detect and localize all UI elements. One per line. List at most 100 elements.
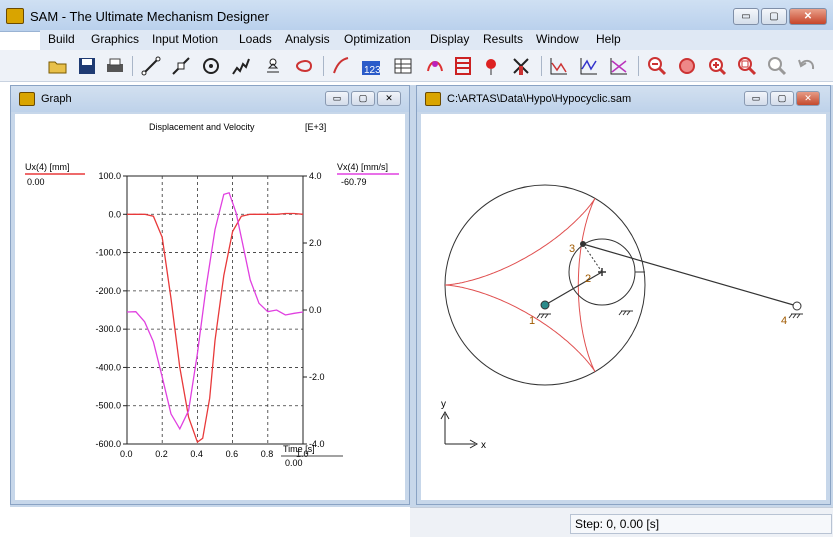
- y-right-tick-label: 4.0: [309, 171, 322, 181]
- open-icon[interactable]: [47, 55, 69, 77]
- menu-display[interactable]: Display: [430, 32, 469, 46]
- gear-element-icon[interactable]: [200, 55, 222, 77]
- mechanism-maximize-button[interactable]: ▢: [770, 91, 794, 106]
- y-right-tick-label: 0.0: [309, 305, 322, 315]
- left-series-label: Ux(4) [mm]: [25, 162, 70, 172]
- chart-scale-note: [E+3]: [305, 122, 326, 132]
- y-left-tick-label: -400.0: [95, 362, 121, 372]
- app-icon: [6, 8, 24, 24]
- belt-icon[interactable]: [293, 55, 315, 77]
- windmill-icon[interactable]: [510, 55, 532, 77]
- x-tick-label: 0.0: [120, 449, 133, 459]
- y-left-tick-label: -500.0: [95, 401, 121, 411]
- pan-icon[interactable]: [766, 55, 788, 77]
- app-window: SAM - The Ultimate Mechanism Designer ▭ …: [0, 0, 833, 537]
- x-tick-label: 0.4: [190, 449, 203, 459]
- table-icon[interactable]: [392, 55, 414, 77]
- zoom-dynamic-icon[interactable]: [676, 55, 698, 77]
- status-bar: Step: 0, 0.00 [s]: [410, 507, 833, 537]
- close-button[interactable]: ✕: [789, 8, 827, 25]
- y-left-tick-label: -200.0: [95, 286, 121, 296]
- slider-ground: [618, 310, 633, 316]
- node-label-2: 2: [585, 273, 591, 285]
- mechanism-window-titlebar[interactable]: C:\ARTAS\Data\Hypo\Hypocyclic.sam ▭ ▢ ✕: [417, 86, 830, 112]
- node-4-joint: [792, 301, 802, 311]
- axis-x-label: x: [481, 440, 486, 451]
- toolbar: 123: [0, 50, 833, 82]
- minimize-button[interactable]: ▭: [733, 8, 759, 25]
- mechanism-canvas: 1 2 3 4 y x: [440, 184, 803, 451]
- maximize-button[interactable]: ▢: [761, 8, 787, 25]
- y-right-tick-label: -2.0: [309, 372, 325, 382]
- slider-icon[interactable]: [170, 55, 192, 77]
- node-label-4: 4: [781, 315, 787, 327]
- graph2-icon[interactable]: [578, 55, 600, 77]
- input-motion-icon[interactable]: [330, 55, 352, 77]
- support-icon[interactable]: [262, 55, 284, 77]
- node-4-ground: [788, 313, 803, 319]
- node-2-joint: [598, 268, 606, 276]
- graph-close-button[interactable]: ✕: [377, 91, 401, 106]
- menu-results[interactable]: Results: [483, 32, 523, 46]
- menu-build[interactable]: Build: [48, 32, 75, 46]
- frame-icon[interactable]: [452, 55, 474, 77]
- graph-window-title: Graph: [41, 93, 72, 105]
- spring-icon[interactable]: [230, 55, 252, 77]
- balloon-icon[interactable]: [480, 55, 502, 77]
- animation-icon[interactable]: [424, 55, 446, 77]
- graph3-icon[interactable]: [608, 55, 630, 77]
- mechanism-minimize-button[interactable]: ▭: [744, 91, 768, 106]
- mechanism-window-title: C:\ARTAS\Data\Hypo\Hypocyclic.sam: [447, 93, 632, 105]
- zoom-window-icon[interactable]: [736, 55, 758, 77]
- undo-icon[interactable]: [796, 55, 818, 77]
- node-3-joint: [580, 241, 586, 247]
- series-ux-line: [127, 212, 304, 444]
- save-icon[interactable]: [76, 55, 98, 77]
- time-label: Time [s]: [283, 444, 315, 454]
- mechanism-client: 1 2 3 4 y x: [421, 114, 826, 500]
- menu-analysis[interactable]: Analysis: [285, 32, 330, 46]
- menu-input-motion[interactable]: Input Motion: [152, 32, 218, 46]
- menu-help[interactable]: Help: [596, 32, 621, 46]
- app-title: SAM - The Ultimate Mechanism Designer: [30, 9, 269, 24]
- menu-window[interactable]: Window: [536, 32, 579, 46]
- y-left-tick-label: 0.0: [108, 209, 121, 219]
- mechanism-close-button[interactable]: ✕: [796, 91, 820, 106]
- graph-client: 0.0 0.2 0.4 0.6 0.8 1.0 100.0 0.0 -100.0 -200.0 -3…: [15, 114, 405, 500]
- print-icon[interactable]: [104, 55, 126, 77]
- menu-graphics[interactable]: Graphics: [91, 32, 139, 46]
- node-1-ground: [536, 313, 551, 319]
- graph-window-titlebar[interactable]: Graph ▭ ▢ ✕: [11, 86, 409, 112]
- link-icon[interactable]: [140, 55, 162, 77]
- zoom-out-icon[interactable]: [646, 55, 668, 77]
- coupler-link: [582, 243, 798, 307]
- x-tick-label: 0.8: [261, 449, 274, 459]
- node-label-1: 1: [529, 315, 535, 327]
- right-series-value: -60.79: [341, 177, 367, 187]
- right-series-label: Vx(4) [mm/s]: [337, 162, 388, 172]
- node-1-joint: [540, 300, 550, 310]
- time-value: 0.00: [285, 458, 303, 468]
- title-bar: SAM - The Ultimate Mechanism Designer ▭ …: [0, 0, 833, 32]
- graph-minimize-button[interactable]: ▭: [325, 91, 349, 106]
- mechanism-window: C:\ARTAS\Data\Hypo\Hypocyclic.sam ▭ ▢ ✕: [416, 85, 831, 505]
- graph-window-icon: [19, 92, 35, 106]
- y-left-tick-label: 100.0: [98, 171, 121, 181]
- numbering-icon[interactable]: 123: [360, 55, 382, 77]
- axis-y-label: y: [441, 399, 446, 410]
- menu-optimization[interactable]: Optimization: [344, 32, 411, 46]
- y-right-tick-label: 2.0: [309, 238, 322, 248]
- chart-title: Displacement and Velocity: [149, 122, 255, 132]
- chart: 0.0 0.2 0.4 0.6 0.8 1.0100.00.0-100.0-200.0-3…: [25, 122, 399, 468]
- hypocycloid-curve: [445, 198, 596, 372]
- left-series-value: 0.00: [27, 177, 45, 187]
- graph-icon[interactable]: [548, 55, 570, 77]
- y-left-tick-label: -600.0: [95, 439, 121, 449]
- menu-bar: Build Graphics Input Motion Loads Analys…: [40, 30, 833, 50]
- zoom-in-icon[interactable]: [706, 55, 728, 77]
- mechanism-window-icon: [425, 92, 441, 106]
- graph-maximize-button[interactable]: ▢: [351, 91, 375, 106]
- graph-window: Graph ▭ ▢ ✕ 0.0 0.2 0.4 0.6 0.8 1.0 100.0 0.0 -1…: [10, 85, 410, 505]
- menu-loads[interactable]: Loads: [239, 32, 272, 46]
- node-label-3: 3: [569, 243, 575, 255]
